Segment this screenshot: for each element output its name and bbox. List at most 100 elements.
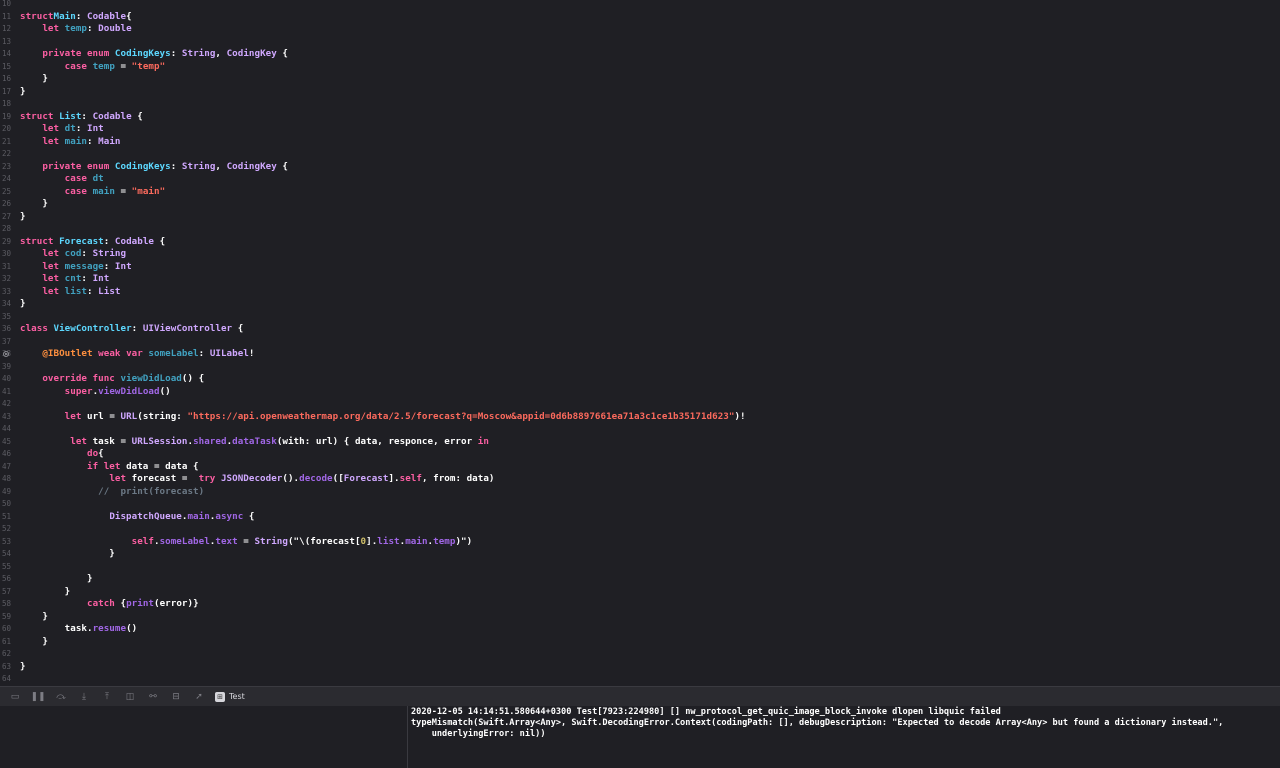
code-token: struct bbox=[20, 110, 54, 122]
line-number[interactable]: 52 bbox=[0, 523, 11, 536]
code-token: "temp" bbox=[131, 60, 166, 72]
line-number[interactable]: 13 bbox=[0, 36, 11, 49]
line-number[interactable]: 56 bbox=[0, 573, 11, 586]
line-number[interactable]: 51 bbox=[0, 511, 11, 524]
view-hierarchy-icon[interactable]: ◫ bbox=[122, 689, 138, 705]
line-number[interactable]: 23 bbox=[0, 161, 11, 174]
code-token: private enum bbox=[42, 160, 110, 172]
memory-graph-icon[interactable]: ⚯ bbox=[145, 689, 161, 705]
line-number[interactable]: 15 bbox=[0, 61, 11, 74]
line-number[interactable]: 33 bbox=[0, 286, 11, 299]
source-editor[interactable]: 10 11 structMain: Codable{12 let temp: Dou… bbox=[0, 0, 1280, 686]
line-number[interactable]: 61 bbox=[0, 636, 11, 649]
line-number[interactable]: 36 bbox=[0, 323, 11, 336]
line-number[interactable]: 31 bbox=[0, 261, 11, 274]
line-number[interactable]: 40 bbox=[0, 373, 11, 386]
code-token: { bbox=[154, 235, 166, 247]
console-output[interactable]: 2020-12-05 14:14:51.580644+0300 Test[792… bbox=[409, 706, 1280, 768]
line-number[interactable]: 35 bbox=[0, 311, 11, 324]
line-number[interactable]: 37 bbox=[0, 336, 11, 349]
line-number[interactable]: 27 bbox=[0, 211, 11, 224]
line-number[interactable]: 47 bbox=[0, 461, 11, 474]
line-number[interactable]: 48 bbox=[0, 473, 11, 486]
line-number[interactable]: 30 bbox=[0, 248, 11, 261]
step-over-icon[interactable]: ⤼ bbox=[53, 689, 69, 705]
line-number[interactable]: 60 bbox=[0, 623, 11, 636]
line-number[interactable]: 32 bbox=[0, 273, 11, 286]
pause-icon[interactable]: ❚❚ bbox=[30, 689, 46, 705]
code-token: , bbox=[215, 160, 227, 172]
line-number[interactable]: 10 bbox=[0, 0, 11, 11]
code-token: temp bbox=[64, 23, 87, 34]
outlet-connection-icon[interactable] bbox=[3, 351, 9, 357]
code-token: temp bbox=[92, 60, 115, 72]
line-number[interactable]: 21 bbox=[0, 136, 11, 149]
code-text: class ViewController: UIViewController { bbox=[20, 323, 243, 336]
line-number[interactable]: 18 bbox=[0, 98, 11, 111]
line-number[interactable]: 58 bbox=[0, 598, 11, 611]
code-token: someLabel bbox=[159, 535, 210, 547]
step-out-icon[interactable]: ⤒ bbox=[99, 689, 115, 705]
code-text: let list: List bbox=[20, 286, 121, 299]
code-token: = bbox=[114, 60, 132, 72]
line-number[interactable]: 24 bbox=[0, 173, 11, 186]
code-token: text bbox=[215, 535, 238, 547]
code-token: } bbox=[20, 585, 71, 597]
line-number[interactable]: 39 bbox=[0, 361, 11, 374]
line-number[interactable]: 11 bbox=[0, 11, 11, 24]
line-number[interactable]: 64 bbox=[0, 673, 11, 686]
line-number[interactable]: 29 bbox=[0, 236, 11, 249]
line-number[interactable]: 44 bbox=[0, 423, 11, 436]
code-token: print bbox=[126, 598, 154, 609]
line-number[interactable]: 43 bbox=[0, 411, 11, 424]
line-number[interactable]: 42 bbox=[0, 398, 11, 411]
line-number[interactable]: 63 bbox=[0, 661, 11, 674]
code-token: main bbox=[405, 535, 428, 547]
line-number[interactable]: 53 bbox=[0, 536, 11, 549]
line-number[interactable]: 26 bbox=[0, 198, 11, 211]
code-token: : bbox=[170, 160, 182, 172]
line-number[interactable]: 50 bbox=[0, 498, 11, 511]
code-token: { bbox=[276, 160, 288, 172]
code-token: super bbox=[64, 385, 93, 397]
code-token: } bbox=[20, 660, 26, 672]
code-token: // print(forecast) bbox=[98, 485, 205, 497]
line-number[interactable]: 41 bbox=[0, 386, 11, 399]
line-number[interactable]: 22 bbox=[0, 148, 11, 161]
variables-view[interactable] bbox=[0, 706, 408, 768]
line-number[interactable]: 34 bbox=[0, 298, 11, 311]
code-token: { bbox=[126, 10, 132, 22]
line-number[interactable]: 17 bbox=[0, 86, 11, 99]
line-number[interactable]: 20 bbox=[0, 123, 11, 136]
location-icon[interactable]: ➚ bbox=[191, 689, 207, 705]
code-token: ViewController bbox=[53, 323, 132, 334]
line-number[interactable]: 16 bbox=[0, 73, 11, 86]
line-number[interactable]: 12 bbox=[0, 23, 11, 36]
code-token: main bbox=[92, 185, 115, 197]
code-text: case main = "main" bbox=[20, 186, 165, 199]
code-token: { bbox=[243, 510, 255, 522]
line-number[interactable]: 28 bbox=[0, 223, 11, 236]
hide-debug-area-icon[interactable]: ▭ bbox=[7, 689, 23, 705]
code-token: @IBOutlet bbox=[42, 348, 93, 359]
step-into-icon[interactable]: ⤓ bbox=[76, 689, 92, 705]
line-number[interactable]: 19 bbox=[0, 111, 11, 124]
line-number[interactable]: 46 bbox=[0, 448, 11, 461]
line-number[interactable]: 55 bbox=[0, 561, 11, 574]
environment-overrides-icon[interactable]: ⊟ bbox=[168, 689, 184, 705]
line-number[interactable]: 49 bbox=[0, 486, 11, 499]
line-number[interactable]: 62 bbox=[0, 648, 11, 661]
line-number[interactable]: 14 bbox=[0, 48, 11, 61]
line-number[interactable]: 54 bbox=[0, 548, 11, 561]
line-number[interactable]: 59 bbox=[0, 611, 11, 624]
code-token: } bbox=[20, 73, 48, 84]
line-number[interactable]: 25 bbox=[0, 186, 11, 199]
code-token: = bbox=[237, 535, 255, 547]
line-number[interactable]: 57 bbox=[0, 586, 11, 599]
code-token: let bbox=[42, 23, 60, 34]
code-token: } bbox=[20, 298, 26, 309]
line-number[interactable]: 45 bbox=[0, 436, 11, 449]
